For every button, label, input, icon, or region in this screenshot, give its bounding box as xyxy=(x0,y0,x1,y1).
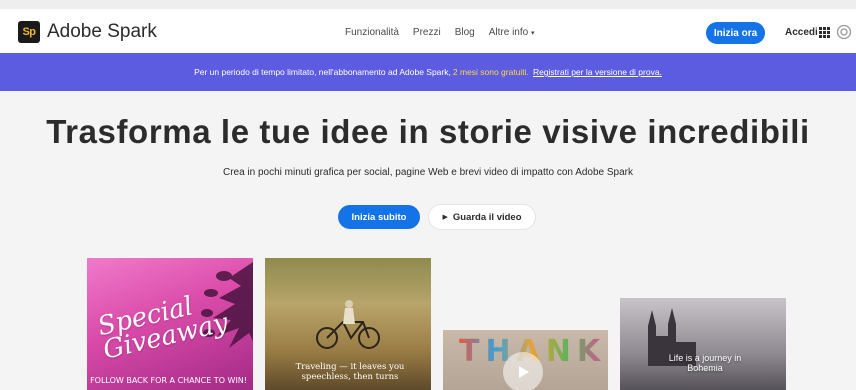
nav-item-more[interactable]: Altre info ▾ xyxy=(489,27,535,38)
hero-subtitle: Crea in pochi minuti grafica per social,… xyxy=(222,167,634,178)
watch-video-label: Guarda il video xyxy=(452,211,522,223)
card-date-line: ———— xyxy=(696,367,714,372)
creative-cloud-icon[interactable] xyxy=(836,24,852,40)
nav-item-pricing[interactable]: Prezzi xyxy=(413,27,441,38)
example-card-thank[interactable]: THANK xyxy=(443,330,608,390)
promo-text: Per un periodo di tempo limitato, nell'a… xyxy=(194,67,451,77)
nav-item-features[interactable]: Funzionalità xyxy=(345,27,399,38)
spark-logo-icon: Sp xyxy=(18,21,40,43)
start-now-button[interactable]: Inizia ora xyxy=(706,22,765,44)
example-card-giveaway[interactable]: Special Giveaway FOLLOW BACK FOR A CHANC… xyxy=(87,258,253,390)
hero-title: Trasforma le tue idee in storie visive i… xyxy=(46,113,810,150)
login-link[interactable]: Accedi xyxy=(785,27,818,38)
promo-highlight: 2 mesi sono gratuiti. xyxy=(452,67,529,77)
promo-banner: Per un periodo di tempo limitato, nell'a… xyxy=(0,53,856,91)
play-icon: ▶ xyxy=(442,214,448,221)
nav-item-blog[interactable]: Blog xyxy=(455,27,475,38)
apps-grid-icon[interactable] xyxy=(819,27,830,38)
start-now-hero-button[interactable]: Inizia subito xyxy=(338,205,420,229)
chevron-down-icon: ▾ xyxy=(530,30,535,37)
card-subtitle: FOLLOW BACK FOR A CHANCE TO WIN! xyxy=(90,376,247,385)
video-play-button[interactable] xyxy=(503,352,543,390)
watch-video-button[interactable]: ▶ Guarda il video xyxy=(429,205,535,229)
logo-text: Adobe Spark xyxy=(47,21,157,42)
cyclist-illustration xyxy=(316,300,380,349)
play-icon xyxy=(519,366,529,378)
card-title: Traveling — it leaves you speechless, th… xyxy=(295,362,405,382)
example-card-bohemia[interactable]: Life is a journey in Bohemia ———— xyxy=(620,298,786,390)
top-nav-bar: Sp Adobe Spark Funzionalità Prezzi Blog … xyxy=(0,0,856,53)
nav-item-more-label: Altre info xyxy=(488,27,529,38)
main-nav: Funzionalità Prezzi Blog Altre info ▾ xyxy=(345,27,535,38)
promo-trial-link[interactable]: Registrati per la versione di prova. xyxy=(533,67,662,77)
example-card-traveling[interactable]: Traveling — it leaves you speechless, th… xyxy=(265,258,431,390)
adobe-spark-logo[interactable]: Sp Adobe Spark xyxy=(18,21,157,43)
